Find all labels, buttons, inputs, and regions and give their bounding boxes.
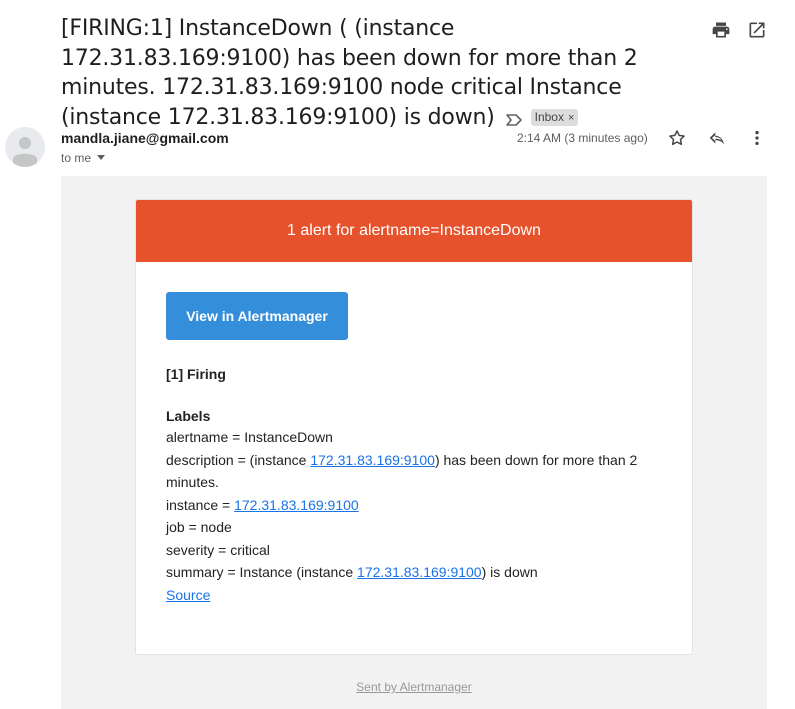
source-row: Source [166,584,662,607]
alert-content: View in Alertmanager [1] Firing Labels a… [136,262,692,606]
summary-prefix: summary = Instance (instance [166,564,358,580]
label-description: description = (instance 172.31.83.169:91… [166,449,662,494]
more-vertical-icon[interactable] [747,128,767,148]
source-link[interactable]: Source [166,587,210,603]
firing-title: [1] Firing [166,366,226,382]
alert-header: 1 alert for alertname=InstanceDown [136,200,692,262]
summary-instance-link[interactable]: 172.31.83.169:9100 [357,564,482,580]
open-in-new-window-icon[interactable] [747,20,767,40]
star-icon[interactable] [667,128,687,148]
inbox-label-chip[interactable]: Inbox × [530,108,579,126]
print-icon[interactable] [711,20,731,40]
to-me-text: to me [61,151,92,165]
inbox-label-text: Inbox [534,109,564,124]
summary-suffix: ) is down [481,564,538,580]
email-footer: Sent by Alertmanager [61,680,767,694]
alert-card: 1 alert for alertname=InstanceDown View … [135,199,693,655]
label-summary: summary = Instance (instance 172.31.83.1… [166,561,662,584]
view-in-alertmanager-button[interactable]: View in Alertmanager [166,292,348,340]
instance-link[interactable]: 172.31.83.169:9100 [234,497,359,513]
label-severity: severity = critical [166,541,270,558]
recipient-details[interactable]: to me [61,151,106,165]
label-job: job = node [166,519,232,535]
remove-label-icon[interactable]: × [568,112,574,124]
label-instance: instance = 172.31.83.169:9100 [166,494,662,517]
chevron-down-icon [97,155,106,160]
email-subject: [FIRING:1] InstanceDown ( (instance 172.… [61,14,681,135]
timestamp: 2:14 AM (3 minutes ago) [517,131,648,145]
description-prefix: description = (instance [166,451,311,468]
labels-title: Labels [166,408,211,424]
sent-by-alertmanager-link[interactable]: Sent by Alertmanager [356,680,471,694]
sender-avatar[interactable] [5,127,45,167]
sender-name[interactable]: mandla.jiane@gmail.com [61,130,229,146]
default-avatar-icon [13,137,37,167]
instance-prefix: instance = [166,496,235,513]
label-alertname: alertname = InstanceDown [166,429,333,445]
email-body: 1 alert for alertname=InstanceDown View … [61,176,767,709]
description-instance-link[interactable]: 172.31.83.169:9100 [310,452,435,468]
reply-icon[interactable] [707,128,727,148]
